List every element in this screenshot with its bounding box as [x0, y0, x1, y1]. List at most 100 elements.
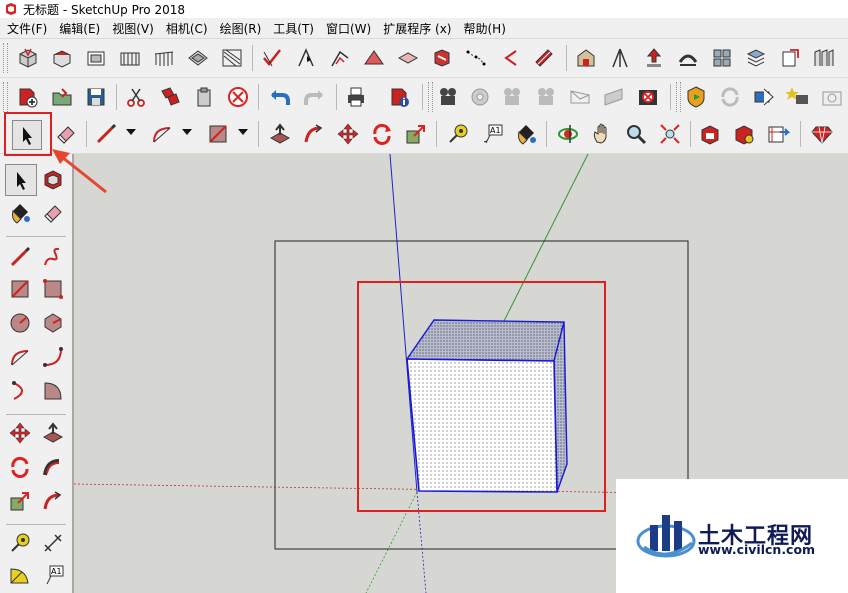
monochrome-icon[interactable] — [462, 44, 490, 72]
delete-scene-icon[interactable] — [634, 83, 662, 111]
toolbar-grip[interactable] — [676, 82, 681, 112]
perspective-icon[interactable] — [566, 83, 594, 111]
shape-dropdown-icon[interactable] — [238, 129, 248, 135]
arc-tool[interactable] — [148, 120, 176, 148]
move-tool[interactable] — [334, 120, 362, 148]
left-2pt-arc-tool[interactable] — [38, 342, 68, 372]
cut-icon[interactable] — [122, 83, 150, 111]
warehouse-icon[interactable] — [572, 44, 600, 72]
left-circle-tool[interactable] — [5, 308, 35, 338]
left-follow-me-tool[interactable] — [38, 452, 68, 482]
left-line-tool[interactable] — [5, 242, 35, 272]
line-dropdown-icon[interactable] — [126, 129, 136, 135]
left-view-icon[interactable] — [184, 44, 212, 72]
photo-camera-icon[interactable] — [818, 83, 846, 111]
menu-file[interactable]: 文件(F) — [0, 20, 53, 37]
warehouse-tool[interactable] — [696, 120, 724, 148]
left-dimension-tool[interactable] — [38, 528, 68, 558]
orbit-tool[interactable] — [554, 120, 582, 148]
section-plane-icon[interactable] — [496, 44, 524, 72]
parallel-icon[interactable] — [600, 83, 628, 111]
back-view-icon[interactable] — [150, 44, 178, 72]
star-camera-icon[interactable] — [784, 83, 812, 111]
left-tape-measure-tool[interactable] — [5, 528, 35, 558]
scale-tool[interactable] — [402, 120, 430, 148]
front-view-icon[interactable] — [82, 44, 110, 72]
paste-icon[interactable] — [190, 83, 218, 111]
right-view-icon[interactable] — [116, 44, 144, 72]
menu-tools[interactable]: 工具(T) — [267, 20, 320, 37]
ruby-console-tool[interactable] — [808, 120, 836, 148]
extension-warehouse-tool[interactable] — [730, 120, 758, 148]
toolbar-grip[interactable] — [3, 43, 8, 73]
text-tool[interactable]: A1 — [478, 120, 506, 148]
left-rotate-tool[interactable] — [5, 452, 35, 482]
rotate-tool[interactable] — [368, 120, 396, 148]
undo-icon[interactable] — [266, 83, 294, 111]
iso-view-icon[interactable] — [14, 44, 42, 72]
zoom-tool[interactable] — [622, 120, 650, 148]
send-to-layout-tool[interactable] — [764, 120, 792, 148]
left-eraser-tool[interactable] — [38, 198, 68, 228]
paint-bucket-tool[interactable] — [512, 120, 540, 148]
arc-dropdown-icon[interactable] — [182, 129, 192, 135]
open-folder-icon[interactable] — [48, 83, 76, 111]
rectangle-tool[interactable] — [204, 120, 232, 148]
print-icon[interactable] — [342, 83, 370, 111]
refresh-icon[interactable] — [716, 83, 744, 111]
left-pie-tool[interactable] — [38, 376, 68, 406]
left-push-pull-tool[interactable] — [38, 418, 68, 448]
wireframe-icon[interactable] — [326, 44, 354, 72]
upload-icon[interactable] — [640, 44, 668, 72]
redo-icon[interactable] — [300, 83, 328, 111]
disc-icon[interactable] — [466, 83, 494, 111]
left-rotated-rectangle-tool[interactable] — [38, 274, 68, 304]
erase-delete-icon[interactable] — [224, 83, 252, 111]
zoom-extents-tool[interactable] — [656, 120, 684, 148]
shield-icon[interactable] — [682, 83, 710, 111]
left-scale-tool[interactable] — [5, 486, 35, 516]
toolbar-grip[interactable] — [3, 82, 8, 112]
hidden-line-icon[interactable] — [360, 44, 388, 72]
bottom-view-icon[interactable] — [218, 44, 246, 72]
section-display-icon[interactable] — [530, 44, 558, 72]
xray-icon[interactable] — [258, 44, 286, 72]
shaded-texture-icon[interactable] — [428, 44, 456, 72]
dock-icon[interactable] — [750, 83, 778, 111]
camera-lock-icon[interactable] — [434, 83, 462, 111]
menu-extensions[interactable]: 扩展程序 (x) — [377, 20, 457, 37]
menu-window[interactable]: 窗口(W) — [320, 20, 377, 37]
save-icon[interactable] — [82, 83, 110, 111]
follow-me-icon[interactable] — [674, 44, 702, 72]
left-offset-tool[interactable] — [38, 486, 68, 516]
back-edges-icon[interactable] — [292, 44, 320, 72]
menu-draw[interactable]: 绘图(R) — [214, 20, 268, 37]
pan-tool[interactable] — [588, 120, 616, 148]
model-info-icon[interactable] — [386, 83, 414, 111]
menu-camera[interactable]: 相机(C) — [160, 20, 214, 37]
menu-help[interactable]: 帮助(H) — [457, 20, 511, 37]
left-select-tool[interactable] — [5, 164, 37, 196]
push-pull-tool[interactable] — [266, 120, 294, 148]
layers-icon[interactable] — [742, 44, 770, 72]
left-paint-bucket-tool[interactable] — [5, 198, 35, 228]
left-arc-tool[interactable] — [5, 342, 35, 372]
left-3pt-arc-tool[interactable] — [5, 376, 35, 406]
new-file-icon[interactable] — [14, 83, 42, 111]
shaded-icon[interactable] — [394, 44, 422, 72]
follow-me-tool[interactable] — [300, 120, 328, 148]
top-view-icon[interactable] — [48, 44, 76, 72]
tape-measure-tool[interactable] — [444, 120, 472, 148]
outliner-icon[interactable] — [776, 44, 804, 72]
camera2-icon[interactable] — [532, 83, 560, 111]
camera-icon[interactable] — [498, 83, 526, 111]
left-move-tool[interactable] — [5, 418, 35, 448]
share-model-icon[interactable] — [606, 44, 634, 72]
left-rectangle-tool[interactable] — [5, 274, 35, 304]
left-freehand-tool[interactable] — [38, 242, 68, 272]
scenes-icon[interactable] — [810, 44, 838, 72]
menu-edit[interactable]: 编辑(E) — [53, 20, 106, 37]
toolbar-grip[interactable] — [428, 82, 433, 112]
left-text-tool[interactable]: A1 — [38, 560, 68, 590]
copy-icon[interactable] — [156, 83, 184, 111]
